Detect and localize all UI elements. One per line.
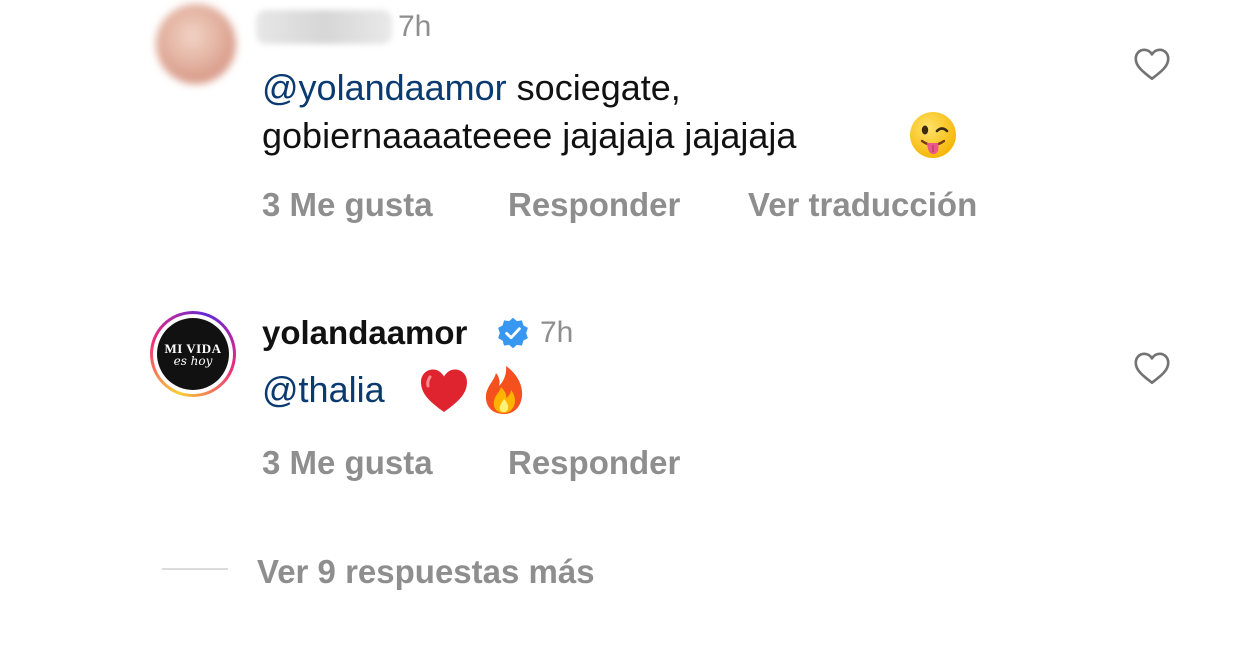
- heart-icon[interactable]: [1133, 47, 1171, 81]
- blurred-username[interactable]: [256, 10, 392, 44]
- like-count-button[interactable]: 3 Me gusta: [262, 444, 433, 482]
- winking-face-with-tongue-icon: [910, 112, 956, 158]
- comment-text: @yolandaamor sociegate,: [262, 64, 681, 112]
- avatar-logo-text: MI VIDA: [164, 340, 222, 356]
- like-count-button[interactable]: 3 Me gusta: [262, 186, 433, 224]
- comment-text-part: gobiernaaaateeee jajajaja jajajaja: [262, 115, 797, 156]
- replies-divider: [162, 568, 228, 570]
- reply-button[interactable]: Responder: [508, 186, 680, 224]
- mention-link[interactable]: @thalia: [262, 369, 385, 410]
- reply-button[interactable]: Responder: [508, 444, 680, 482]
- comment-timestamp: 7h: [540, 316, 574, 349]
- avatar[interactable]: MI VIDA es hoy: [150, 311, 236, 397]
- comment-text-line2: gobiernaaaateeee jajajaja jajajaja: [262, 112, 796, 160]
- comment-timestamp: 7h: [398, 10, 432, 43]
- mention-link[interactable]: @yolandaamor: [262, 67, 507, 108]
- comment-username[interactable]: yolandaamor: [262, 314, 467, 352]
- verified-badge-icon: [498, 317, 528, 349]
- heart-icon[interactable]: [1133, 351, 1171, 385]
- red-heart-icon: [421, 369, 467, 412]
- comment-text-part: sociegate,: [506, 67, 681, 108]
- comment-text: @thalia: [262, 366, 385, 414]
- fire-icon: [485, 366, 523, 414]
- avatar-logo-subtext: es hoy: [173, 353, 213, 368]
- view-more-replies-button[interactable]: Ver 9 respuestas más: [257, 553, 595, 591]
- avatar[interactable]: [156, 4, 236, 84]
- translate-button[interactable]: Ver traducción: [748, 186, 977, 224]
